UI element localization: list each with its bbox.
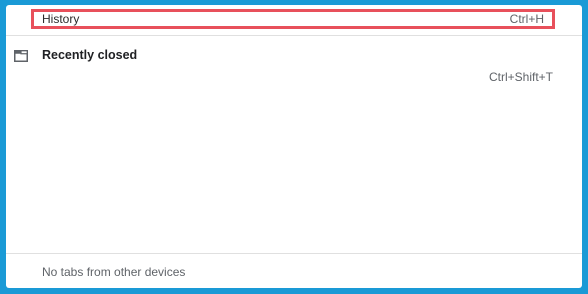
reopen-shortcut: Ctrl+Shift+T xyxy=(488,70,553,84)
history-submenu: History Ctrl+H Recently closed Ctrl+Shif… xyxy=(6,5,582,288)
reopen-closed-tab-item[interactable]: Ctrl+Shift+T xyxy=(489,68,553,86)
history-menu-item[interactable]: History Ctrl+H xyxy=(31,9,555,29)
divider-top xyxy=(6,35,582,36)
history-shortcut: Ctrl+H xyxy=(509,12,544,26)
recently-closed-title: Recently closed xyxy=(42,48,138,62)
other-devices-message: No tabs from other devices xyxy=(42,265,186,279)
history-label: History xyxy=(42,12,80,26)
tab-window-icon xyxy=(14,49,28,62)
recently-closed-header: Recently closed xyxy=(14,45,137,65)
divider-bottom xyxy=(6,253,582,254)
